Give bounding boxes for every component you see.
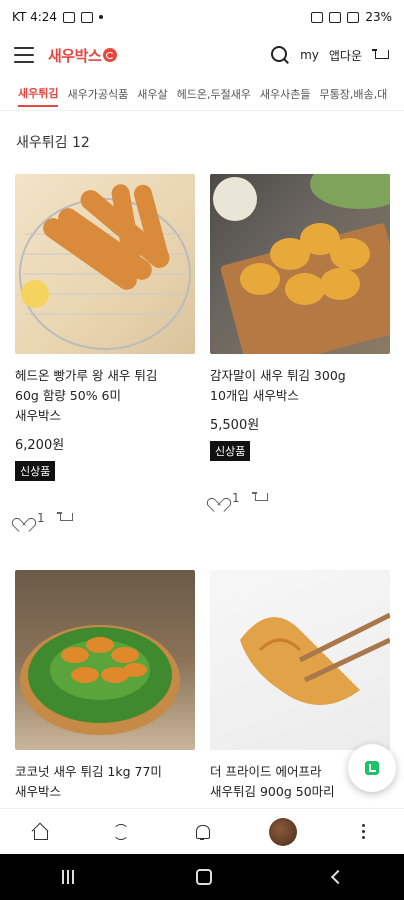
chat-button[interactable] [348,744,396,792]
tab-shrimp-meat[interactable]: 새우살 [137,86,167,106]
bottom-navigation [0,808,404,854]
like-count: 1 [37,511,45,525]
wifi-icon [329,11,342,23]
product-name-line1: 코코넛 새우 튀김 1kg 77미 [15,764,162,779]
search-icon[interactable] [270,45,290,65]
product-image[interactable] [15,570,195,750]
system-home-icon[interactable] [195,869,212,885]
product-name-line2: 10개입 새우박스 [210,388,299,403]
add-to-cart-icon[interactable] [56,511,73,525]
app-download-link[interactable]: 앱다운 [329,47,362,64]
product-name[interactable]: 감자말이 새우 튀김 300g 10개입 새우박스 [210,366,390,406]
status-bar: KT 4:24 23% [0,0,404,34]
nav-profile[interactable] [263,812,303,852]
chat-icon [365,761,379,775]
product-name-line2: 60g 함량 50% 6미 [15,388,121,403]
product-name-line1: 감자말이 새우 튀김 300g [210,368,346,383]
nav-home[interactable] [20,812,60,852]
product-image[interactable] [210,174,390,354]
tab-cousins[interactable]: 새우사촌들 [260,86,311,106]
product-card[interactable]: 감자말이 새우 튀김 300g 10개입 새우박스 5,500원 신상품 1 [210,174,390,505]
product-name-line1: 헤드온 빵가루 왕 새우 튀김 [15,368,158,383]
product-actions: 1 [15,511,195,525]
tab-shrimp-fried[interactable]: 새우튀김 [18,85,59,107]
product-brand: 새우박스 [15,408,62,423]
status-left: KT 4:24 [12,10,104,24]
product-card[interactable]: 코코넛 새우 튀김 1kg 77미 새우박스 [15,570,195,802]
section-title: 새우튀김 12 [16,135,90,151]
heart-icon[interactable] [15,511,31,525]
new-badge: 신상품 [15,461,56,481]
app-header: 새우박스 my 앱다운 [0,34,404,76]
more-vertical-icon [362,824,366,839]
hamburger-menu-icon[interactable] [14,47,34,63]
status-right: 23% [311,10,392,24]
logo-text: 새우박스 [48,46,102,65]
tab-processed[interactable]: 새우가공식품 [67,86,128,106]
shrimp-logo-icon [103,48,118,62]
system-navigation [0,854,404,900]
tab-info[interactable]: 무통장,배송,대 [320,86,388,106]
nav-notifications[interactable] [182,812,222,852]
product-actions: 1 [210,491,390,505]
product-name[interactable]: 헤드온 빵가루 왕 새우 튀김 60g 함량 50% 6미 [15,366,195,406]
product-image[interactable] [15,174,195,354]
nav-refresh[interactable] [101,812,141,852]
refresh-icon [113,823,130,840]
header-actions: my 앱다운 [270,45,390,65]
signal-icon [347,11,360,23]
new-badge: 신상품 [210,441,251,461]
gallery-icon [63,11,76,23]
product-image[interactable] [210,570,390,750]
more-notifications-icon [99,15,104,19]
divider [0,110,404,111]
my-link[interactable]: my [300,48,319,62]
home-icon [32,825,49,840]
add-to-cart-icon[interactable] [251,491,268,505]
product-name[interactable]: 코코넛 새우 튀김 1kg 77미 새우박스 [15,762,195,802]
avatar [268,817,297,846]
like-count: 1 [232,491,240,505]
nav-more[interactable] [344,812,384,852]
category-tabs: 새우튀김 새우가공식품 새우살 헤드온,두절새우 새우사촌들 무통장,배송,대 [0,82,404,110]
cart-icon[interactable] [372,47,390,63]
notification-icon [81,11,94,23]
back-icon[interactable] [331,869,346,885]
product-name-line2: 새우박스 [15,784,62,799]
product-card[interactable]: 헤드온 빵가루 왕 새우 튀김 60g 함량 50% 6미 새우박스 6,200… [15,174,195,525]
status-time: KT 4:24 [12,10,58,24]
alarm-icon [311,11,324,23]
heart-icon[interactable] [210,491,226,505]
tab-head-on[interactable]: 헤드온,두절새우 [177,86,251,106]
bell-icon [195,824,210,840]
logo[interactable]: 새우박스 [48,45,118,66]
product-price: 5,500원 [210,418,260,433]
product-price: 6,200원 [15,438,65,453]
battery-level: 23% [365,10,392,24]
recent-apps-icon[interactable] [61,870,75,884]
